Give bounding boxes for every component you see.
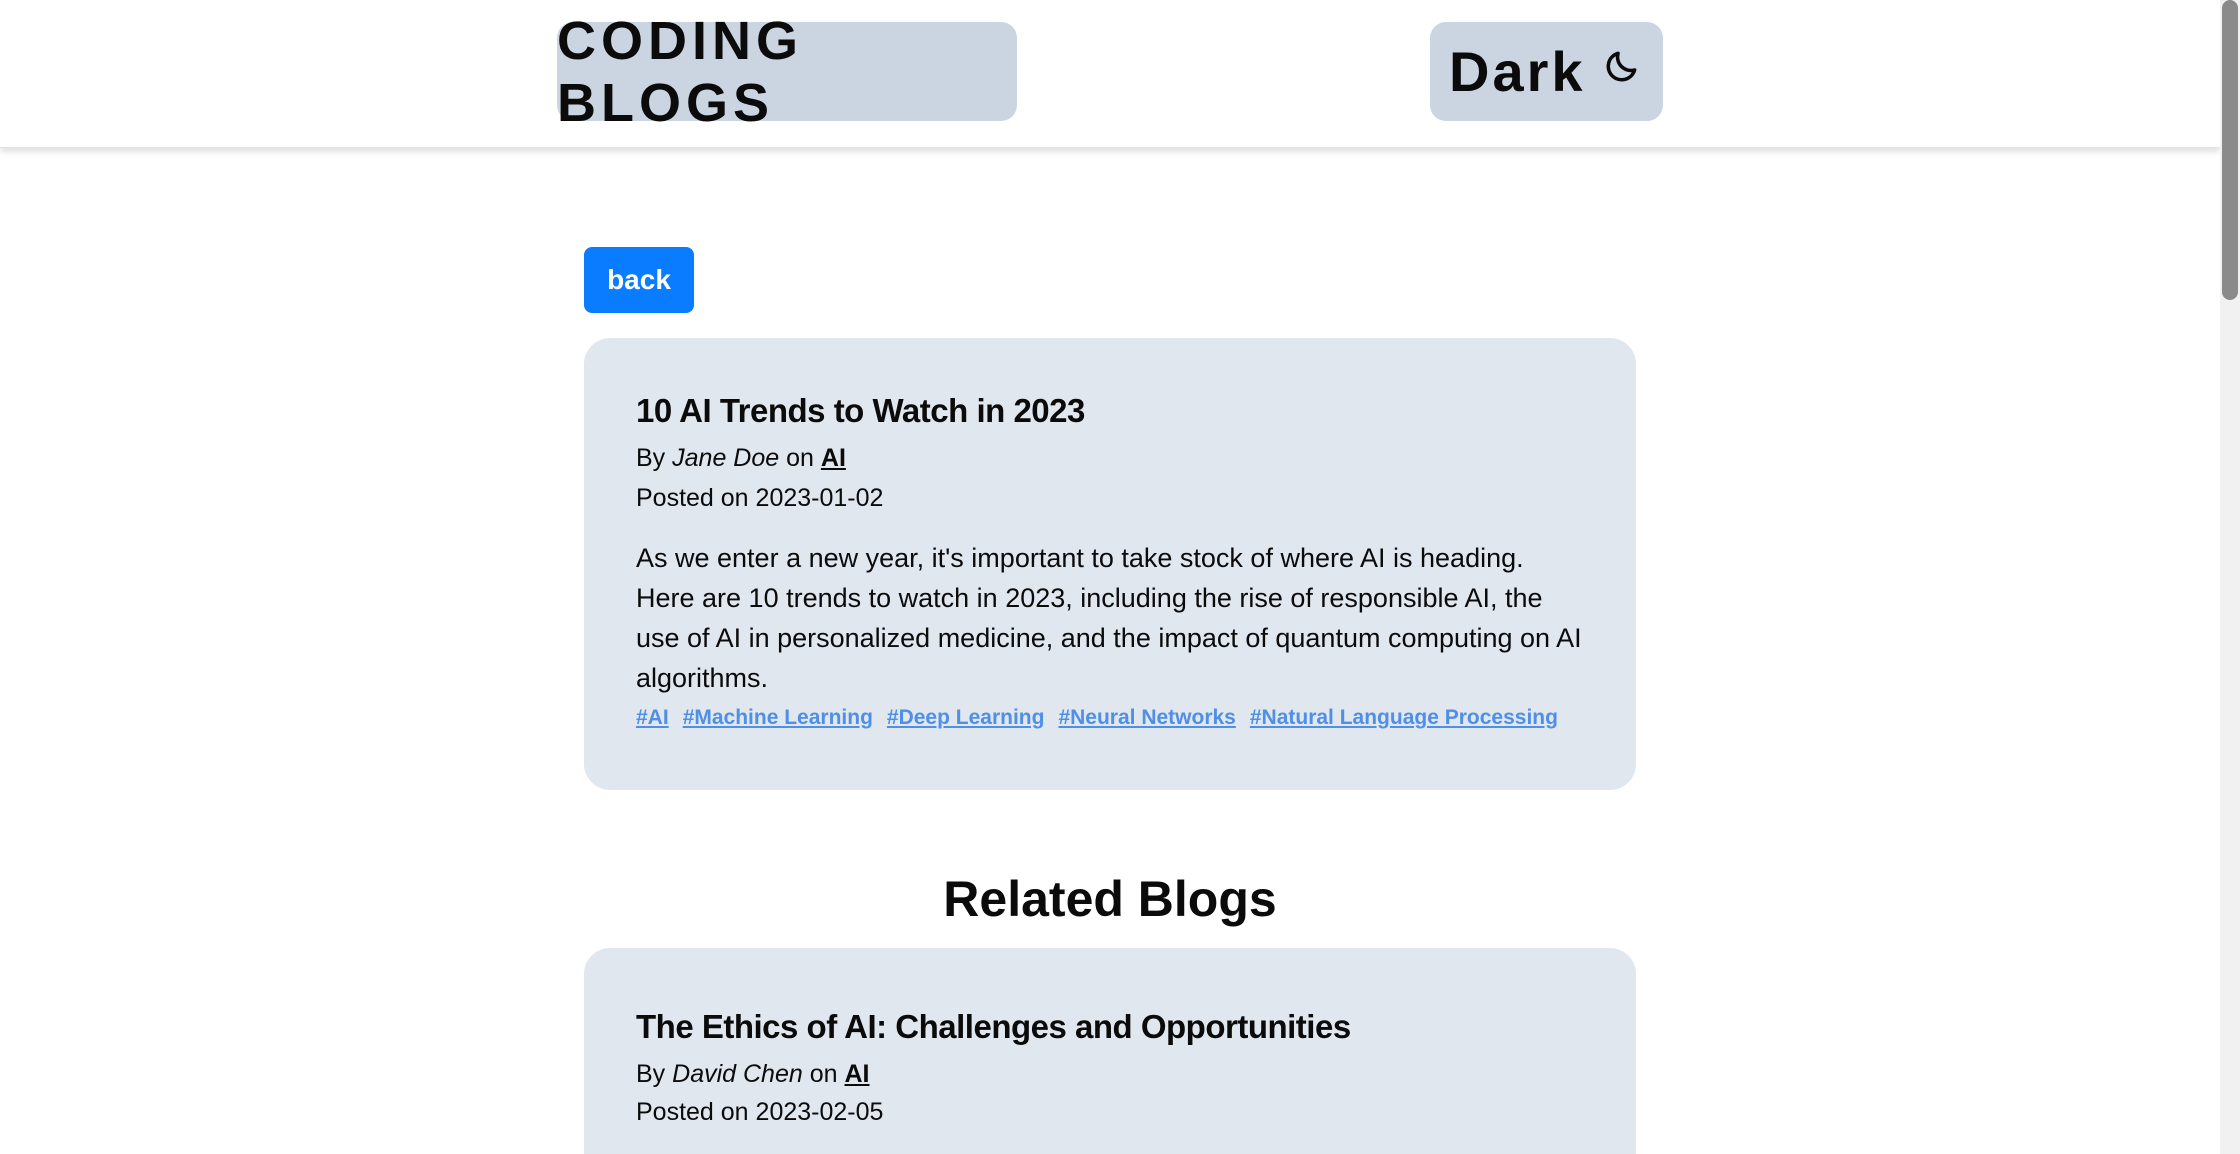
by-label: By bbox=[636, 1060, 666, 1088]
posted-on-label: Posted on bbox=[636, 1098, 749, 1126]
related-blogs-heading: Related Blogs bbox=[943, 871, 1277, 927]
page: CODING BLOGS Dark back 10 AI Trends to W… bbox=[0, 0, 2240, 1154]
related-post-author: David Chen bbox=[672, 1060, 803, 1088]
on-label: on bbox=[809, 1060, 838, 1088]
site-logo[interactable]: CODING BLOGS bbox=[557, 11, 1017, 133]
post-byline: By Jane Doe on AI bbox=[636, 444, 846, 473]
back-button-label: back bbox=[607, 264, 671, 295]
related-post-title[interactable]: The Ethics of AI: Challenges and Opportu… bbox=[636, 1008, 1351, 1046]
tag-link[interactable]: #AI bbox=[636, 706, 669, 730]
post-tags: #AI #Machine Learning #Deep Learning #Ne… bbox=[636, 706, 1558, 730]
scrollbar-thumb[interactable] bbox=[2222, 0, 2238, 300]
back-button[interactable]: back bbox=[584, 247, 694, 313]
post-date-line: Posted on 2023-01-02 bbox=[636, 484, 883, 513]
related-post-date-line: Posted on 2023-02-05 bbox=[636, 1098, 883, 1127]
post-description: As we enter a new year, it's important t… bbox=[636, 543, 1582, 693]
theme-toggle-button[interactable]: Dark bbox=[1430, 22, 1663, 121]
page-scrollbar[interactable] bbox=[2220, 0, 2240, 1154]
blog-post-card: 10 AI Trends to Watch in 2023 By Jane Do… bbox=[584, 338, 1636, 790]
site-logo-text: CODING BLOGS bbox=[557, 10, 803, 133]
tag-link[interactable]: #Natural Language Processing bbox=[1250, 706, 1558, 730]
post-title: 10 AI Trends to Watch in 2023 bbox=[636, 392, 1085, 429]
post-author: Jane Doe bbox=[672, 444, 780, 472]
related-blog-card[interactable]: The Ethics of AI: Challenges and Opportu… bbox=[584, 948, 1636, 1154]
on-label: on bbox=[786, 444, 814, 472]
moon-icon bbox=[1606, 51, 1637, 82]
site-header: CODING BLOGS Dark bbox=[0, 0, 2220, 148]
theme-toggle-label: Dark bbox=[1449, 40, 1586, 103]
by-label: By bbox=[636, 444, 666, 472]
post-category-link[interactable]: AI bbox=[821, 444, 846, 472]
post-date: 2023-01-02 bbox=[755, 484, 884, 512]
related-post-category-link[interactable]: AI bbox=[845, 1060, 870, 1088]
related-post-date: 2023-02-05 bbox=[755, 1098, 884, 1126]
related-post-byline: By David Chen on AI bbox=[636, 1060, 870, 1089]
tag-link[interactable]: #Deep Learning bbox=[887, 706, 1045, 730]
tag-link[interactable]: #Machine Learning bbox=[683, 706, 873, 730]
posted-on-label: Posted on bbox=[636, 484, 749, 512]
tag-link[interactable]: #Neural Networks bbox=[1058, 706, 1235, 730]
